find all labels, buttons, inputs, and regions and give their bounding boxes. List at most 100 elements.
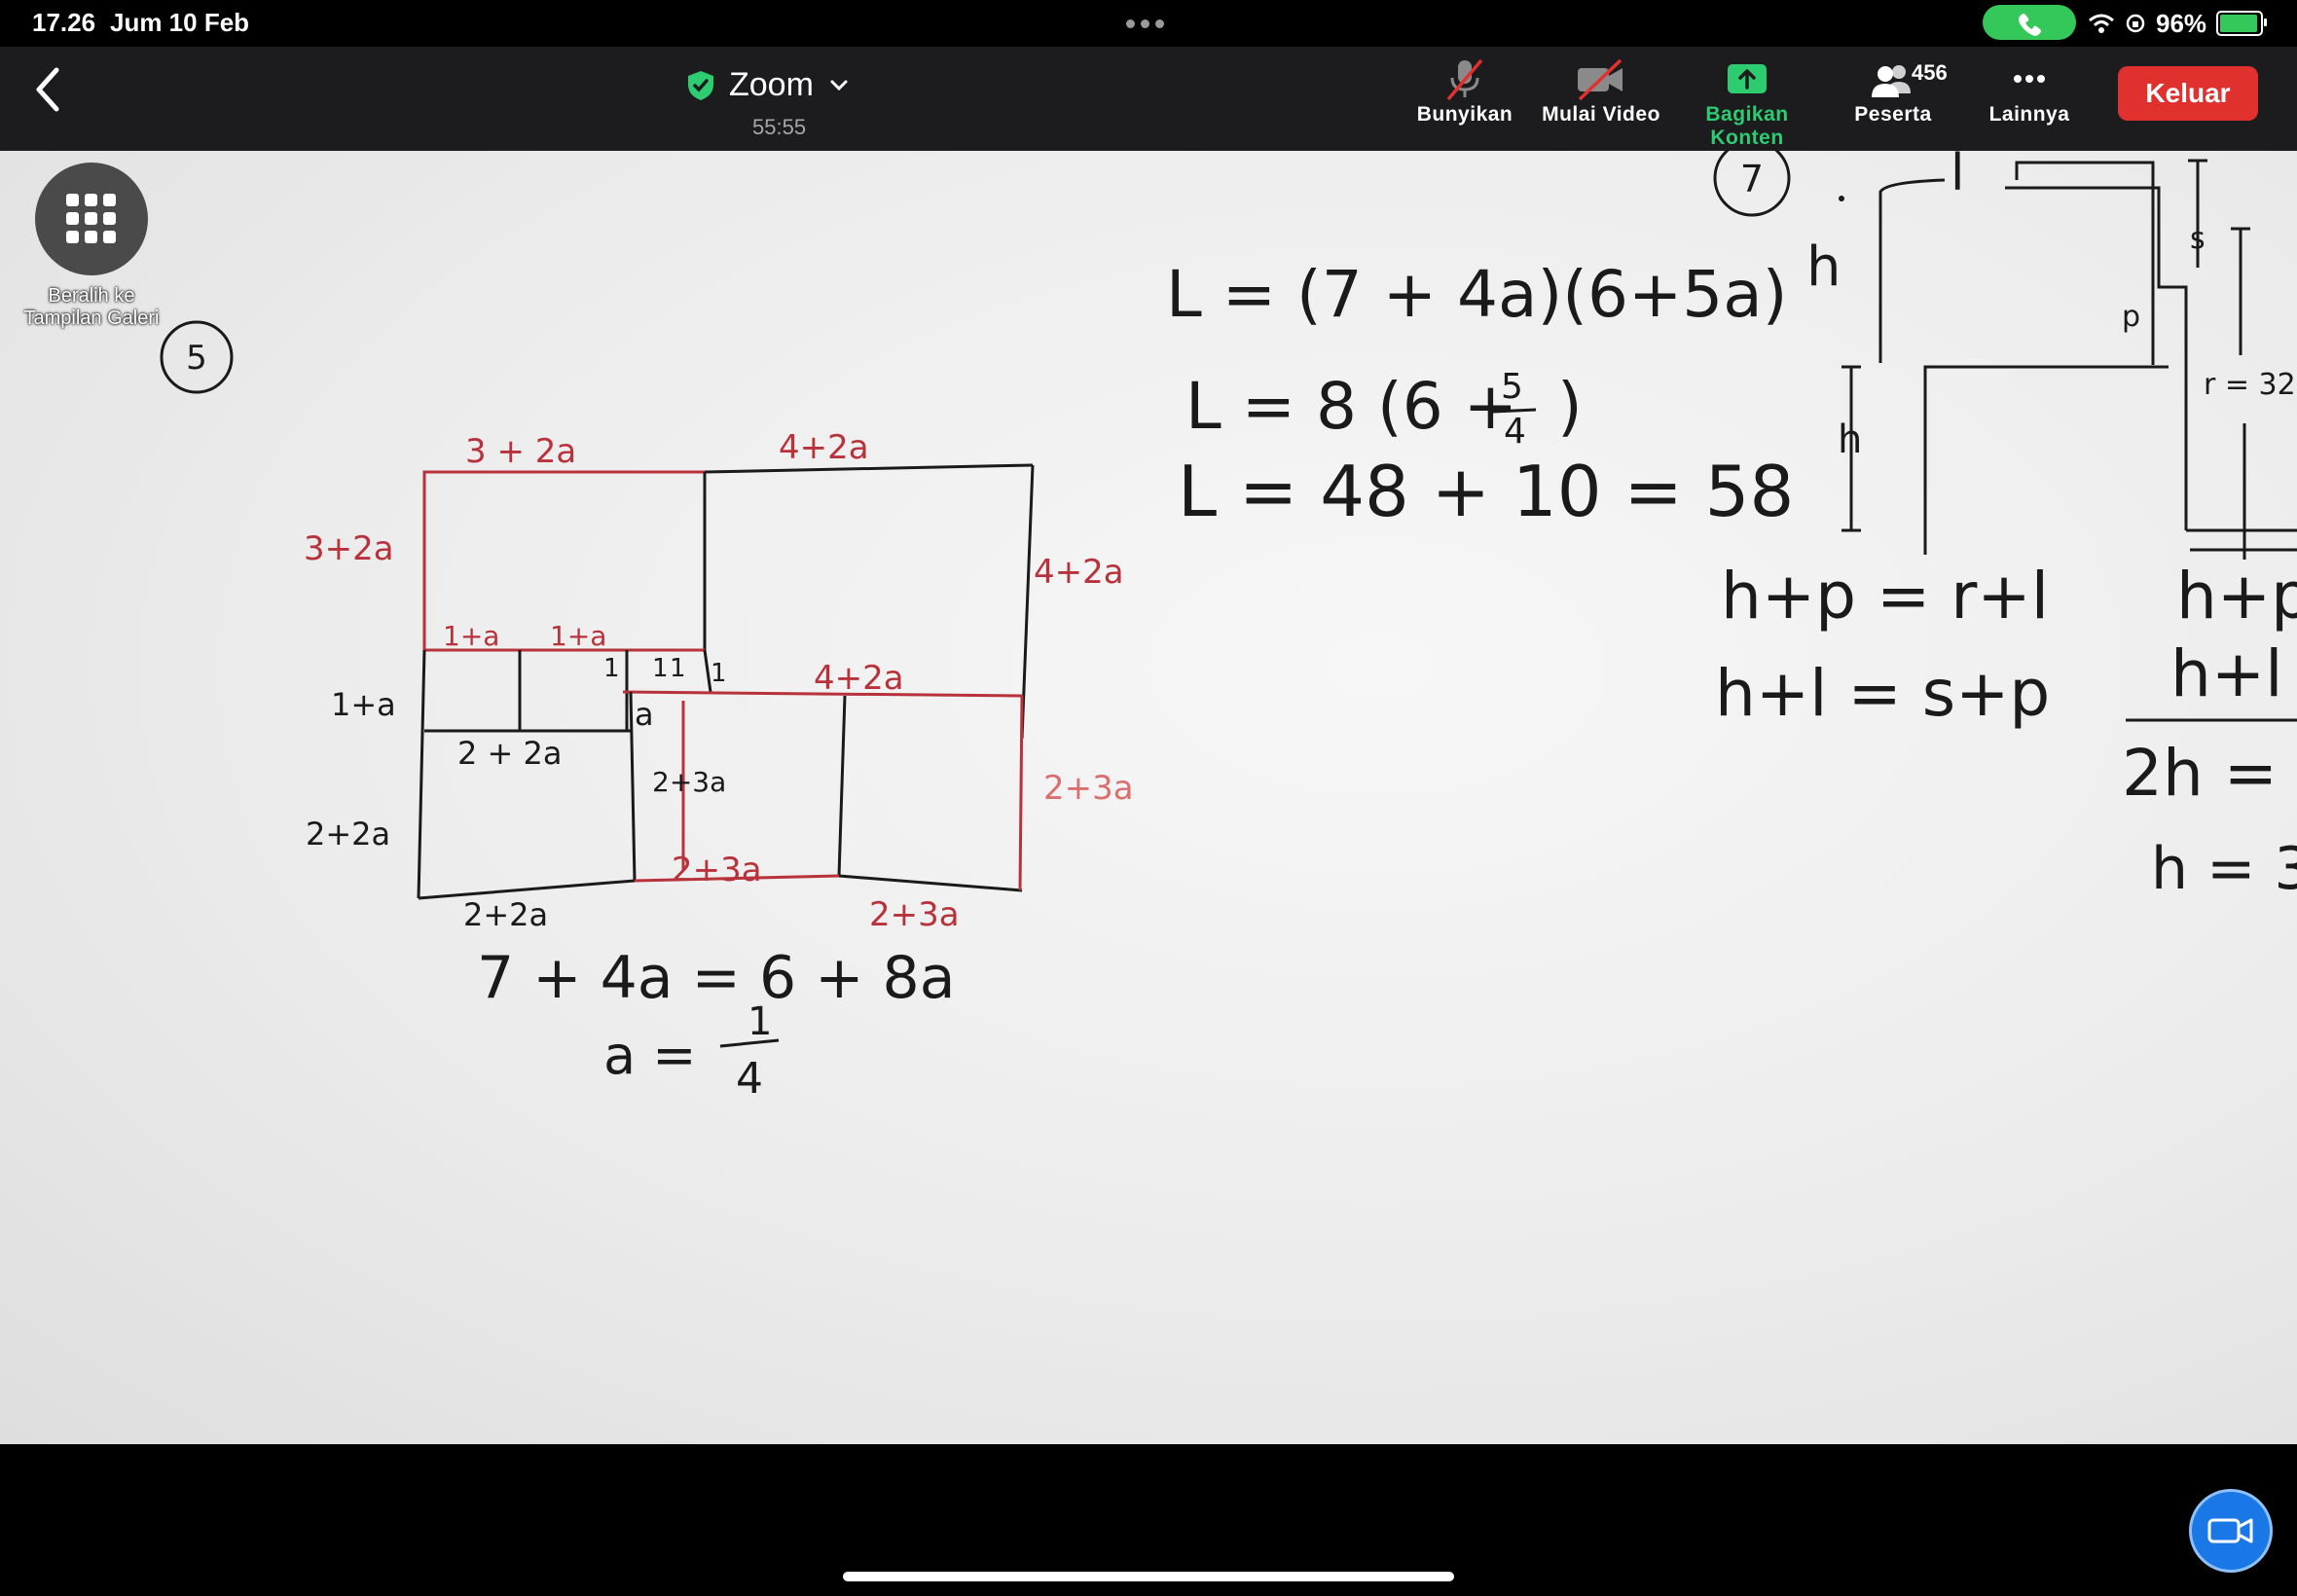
gallery-label-line-1: Beralih ke	[48, 285, 135, 307]
microphone-muted-icon	[1446, 58, 1483, 101]
label-inner-6: 1	[603, 654, 620, 683]
label-inner-8: a	[635, 696, 654, 733]
chevron-down-icon	[830, 80, 848, 91]
unmute-label: Bunyikan	[1416, 103, 1513, 126]
label-inner-2: 1+a	[550, 620, 606, 652]
p7-right-eq4: h = 3	[2151, 835, 2297, 903]
area-line-2-prefix: L = 8 (6 +	[1185, 369, 1517, 444]
label-bottom-3: 2+3a	[869, 895, 960, 934]
switch-gallery-view-button[interactable]	[35, 163, 148, 275]
label-inner-7: 4+2a	[814, 659, 904, 698]
active-call-pill[interactable]	[1983, 5, 2076, 40]
meeting-timer: 55:55	[752, 115, 807, 139]
p7-label-l: l	[1951, 151, 1964, 202]
p7-label-p: p	[2122, 300, 2140, 334]
label-right-1: 4+2a	[1034, 553, 1124, 592]
label-inner-10: 2+3a	[652, 766, 726, 798]
equation-2-lhs: a =	[603, 1025, 697, 1086]
label-inner-9: 2 + 2a	[457, 735, 562, 772]
meeting-name: Zoom	[729, 66, 814, 103]
label-inner-5: 1	[711, 659, 727, 688]
unmute-button[interactable]: Bunyikan	[1392, 54, 1538, 144]
label-left-2: 1+a	[331, 686, 396, 723]
area-line-2-den: 4	[1504, 412, 1526, 452]
start-video-button[interactable]: Mulai Video	[1528, 54, 1674, 144]
label-right-2: 2+3a	[1043, 769, 1134, 808]
more-label: Lainnya	[1988, 103, 2070, 126]
p7-right-eq1: h+p	[2176, 559, 2297, 634]
p7-right-wall	[2005, 186, 2188, 530]
more-button[interactable]: Lainnya	[1956, 54, 2102, 144]
meeting-toolbar: Zoom 55:55 Bunyikan Mulai Video Bagikan …	[0, 47, 2297, 151]
label-bottom-2: 2+3a	[672, 851, 762, 889]
area-line-2-num: 5	[1501, 367, 1523, 407]
battery-percent: 96%	[2156, 8, 2207, 38]
outline-left	[417, 649, 426, 899]
p7-label-h: h	[1806, 236, 1841, 299]
p7-label-s: s	[2190, 222, 2206, 256]
outline-right	[1020, 464, 1035, 740]
problem-7-number: 7	[1740, 158, 1764, 200]
outline-right-2	[1018, 695, 1024, 891]
shield-check-icon	[688, 70, 713, 100]
p7-right-eq2: h+l	[2170, 636, 2282, 711]
col-line-5	[837, 695, 847, 877]
battery-icon	[2216, 11, 2268, 36]
date: Jum 10 Feb	[110, 8, 250, 37]
share-content-label: Bagikan Konten	[1705, 103, 1789, 149]
problem-5-number: 5	[186, 339, 207, 378]
camera-button[interactable]	[2189, 1489, 2273, 1573]
participant-count-badge: 456	[1912, 60, 1948, 85]
status-icons: 96%	[2088, 6, 2268, 41]
p7-lower-box	[1923, 365, 2169, 555]
p7-left-wall	[1878, 178, 1946, 363]
label-top-1: 3 + 2a	[465, 432, 576, 471]
p7-label-r: r = 32	[2204, 368, 2296, 402]
area-line-1: L = (7 + 4a)(6+5a)	[1166, 257, 1787, 332]
clock: 17.26	[32, 8, 96, 37]
orientation-lock-icon	[2126, 14, 2145, 33]
label-left-1: 3+2a	[304, 529, 394, 568]
back-button[interactable]	[27, 60, 70, 119]
label-left-3: 2+2a	[306, 816, 390, 852]
p7-right-eq3: 2h =	[2122, 736, 2278, 811]
more-dots-icon	[2014, 75, 2045, 83]
p7-label-h2: h	[1838, 417, 1862, 462]
label-inner-3: 1	[652, 654, 669, 683]
label-inner-4: 1	[670, 654, 686, 683]
outline-bottom-3	[838, 874, 1023, 892]
video-camera-icon	[2207, 1518, 2253, 1543]
phone-icon	[2019, 14, 2041, 36]
switch-gallery-view-label: Beralih ke Tampilan Galeri	[8, 285, 175, 330]
area-line-2-suffix: )	[1557, 369, 1583, 444]
multitasking-dots-icon[interactable]	[1126, 16, 1170, 33]
share-screen-icon	[1728, 64, 1767, 93]
label-inner-1: 1+a	[443, 620, 499, 652]
label-bottom-1: 2+2a	[463, 896, 548, 933]
equation-2-den: 4	[736, 1054, 763, 1104]
shared-video-feed: 5 3 + 2a 4+2a 3+2a 4+2a 1+a 1+a 4+2a 2+3…	[0, 151, 2297, 1444]
status-bar: 17.26 Jum 10 Feb 96%	[0, 0, 2297, 47]
p7-top-box	[2015, 161, 2155, 365]
participants-button[interactable]: 456 Peserta	[1820, 54, 1966, 144]
equation-1: 7 + 4a = 6 + 8a	[477, 944, 955, 1012]
p7-eq2: h+l = s+p	[1715, 656, 2050, 731]
start-video-label: Mulai Video	[1542, 103, 1660, 126]
equation-2-num: 1	[747, 999, 772, 1044]
p7-r-marker-top	[2231, 227, 2250, 355]
p7-eq1: h+p = r+l	[1721, 559, 2049, 634]
label-top-2: 4+2a	[779, 428, 869, 467]
p7-base	[2186, 528, 2297, 552]
wifi-icon	[2089, 14, 2114, 33]
leave-meeting-button[interactable]: Keluar	[2118, 66, 2258, 121]
participants-label: Peserta	[1854, 103, 1932, 126]
share-content-button[interactable]: Bagikan Konten	[1674, 54, 1820, 149]
video-off-icon	[1578, 58, 1622, 101]
gallery-label-line-2: Tampilan Galeri	[23, 308, 160, 329]
area-line-3: L = 48 + 10 = 58	[1178, 451, 1794, 532]
home-indicator[interactable]	[843, 1572, 1454, 1581]
meeting-title-button[interactable]: Zoom	[686, 66, 851, 104]
chevron-left-icon	[36, 67, 59, 112]
whiteboard-drawing: 5 3 + 2a 4+2a 3+2a 4+2a 1+a 1+a 4+2a 2+3…	[160, 151, 2297, 1104]
problem-7-dot	[1839, 196, 1844, 201]
